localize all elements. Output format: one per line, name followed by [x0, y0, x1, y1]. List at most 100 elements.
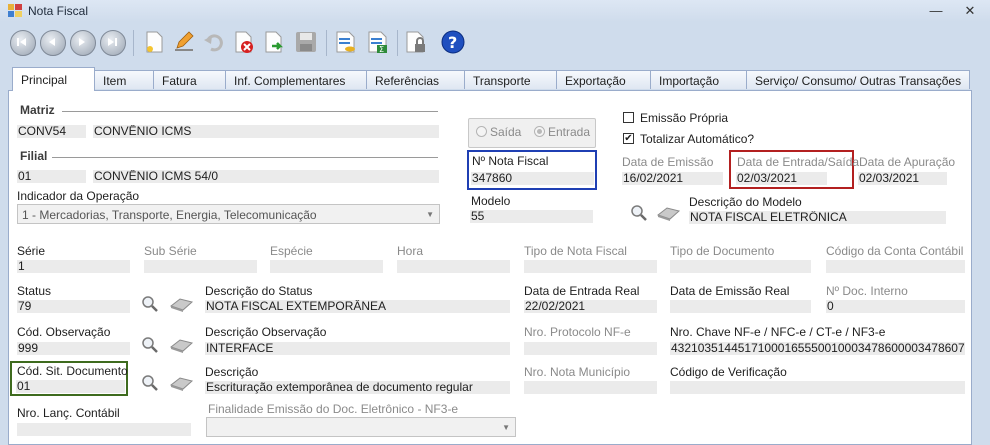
- tab-principal[interactable]: Principal: [12, 67, 95, 91]
- minimize-button[interactable]: —: [924, 2, 948, 20]
- filial-name-field[interactable]: CONVÊNIO ICMS 54/0: [93, 170, 439, 183]
- last-record-icon[interactable]: [100, 30, 126, 56]
- delete-icon[interactable]: [232, 30, 256, 54]
- eraser-icon[interactable]: [168, 375, 194, 393]
- app-window-icon: [8, 4, 22, 17]
- data-apuracao-field[interactable]: 02/03/2021: [858, 172, 947, 185]
- matriz-code-field[interactable]: CONV54: [17, 125, 86, 138]
- nro-lanc-contabil-field[interactable]: [17, 423, 191, 436]
- nro-lanc-contabil-label: Nro. Lanç. Contábil: [17, 406, 120, 420]
- saida-label: Saída: [490, 125, 522, 139]
- tipo-nota-fiscal-field[interactable]: [524, 260, 657, 273]
- matriz-name-field[interactable]: CONVÊNIO ICMS: [93, 125, 439, 138]
- search-icon[interactable]: [141, 336, 159, 354]
- close-button[interactable]: ✕: [958, 2, 982, 20]
- data-entrada-real-label: Data de Entrada Real: [524, 284, 640, 298]
- cod-verificacao-field[interactable]: [670, 381, 965, 394]
- emissao-propria-checkbox[interactable]: [623, 112, 634, 123]
- hora-label: Hora: [397, 244, 424, 258]
- modelo-field[interactable]: 55: [470, 210, 593, 223]
- totalizar-checkbox[interactable]: ✔: [623, 133, 634, 144]
- status-label: Status: [17, 284, 52, 298]
- cod-observacao-label: Cód. Observação: [17, 325, 111, 339]
- hora-field[interactable]: [397, 260, 510, 273]
- sub-serie-field[interactable]: [144, 260, 257, 273]
- entrada-radio[interactable]: [534, 126, 545, 137]
- data-emissao-real-field[interactable]: [670, 300, 811, 313]
- indicador-select[interactable]: 1 - Mercadorias, Transporte, Energia, Te…: [17, 204, 440, 224]
- next-record-icon[interactable]: [70, 30, 96, 56]
- serie-label: Série: [17, 244, 46, 258]
- tipo-nota-fiscal-label: Tipo de Nota Fiscal: [524, 244, 627, 258]
- search-icon[interactable]: [141, 374, 159, 392]
- tab-importacao[interactable]: Importação: [650, 70, 747, 89]
- toolbar-separator: [397, 30, 398, 56]
- protocolo-nfe-field[interactable]: [524, 342, 657, 355]
- modelo-label: Modelo: [471, 194, 511, 208]
- eraser-icon[interactable]: [168, 296, 194, 314]
- search-icon[interactable]: [141, 295, 159, 313]
- indicador-label: Indicador da Operação: [17, 189, 140, 203]
- cod-observacao-field[interactable]: 999: [17, 342, 130, 355]
- matriz-section-title: Matriz: [20, 103, 55, 117]
- data-entrada-field[interactable]: 02/03/2021: [736, 172, 827, 185]
- protocolo-nfe-label: Nro. Protocolo NF-e: [524, 325, 631, 339]
- conta-contabil-field[interactable]: [826, 260, 965, 273]
- desc-status-field[interactable]: NOTA FISCAL EXTEMPORÂNEA: [205, 300, 510, 313]
- matriz-divider: [62, 111, 438, 112]
- desc-modelo-field[interactable]: NOTA FISCAL ELETRÔNICA: [689, 211, 946, 224]
- nro-doc-interno-field[interactable]: 0: [826, 300, 965, 313]
- emissao-propria-label: Emissão Própria: [640, 111, 729, 125]
- data-entrada-label: Data de Entrada/Saída: [737, 155, 860, 169]
- first-record-icon[interactable]: [10, 30, 36, 56]
- finalidade-emissao-select[interactable]: ▼: [206, 417, 516, 437]
- chave-nfe-field[interactable]: 4321035144517100016555001000347860000347…: [670, 342, 965, 355]
- edit-pencil-icon[interactable]: [172, 30, 196, 54]
- new-document-icon[interactable]: [142, 30, 166, 54]
- nro-doc-interno-label: Nº Doc. Interno: [826, 284, 908, 298]
- descricao-field[interactable]: Escrituração extemporânea de documento r…: [205, 381, 510, 394]
- especie-field[interactable]: [270, 260, 383, 273]
- eraser-icon[interactable]: [168, 337, 194, 355]
- eraser-icon[interactable]: [655, 205, 681, 223]
- tab-referencias[interactable]: Referências: [366, 70, 465, 89]
- tipo-documento-field[interactable]: [670, 260, 811, 273]
- nota-fiscal-label: Nº Nota Fiscal: [472, 154, 549, 168]
- toolbar-separator: [133, 30, 134, 56]
- cod-sit-documento-label: Cód. Sit. Documento: [17, 364, 128, 378]
- tab-fatura[interactable]: Fatura: [153, 70, 226, 89]
- desc-status-label: Descrição do Status: [205, 284, 313, 298]
- totalizar-label: Totalizar Automático?: [640, 132, 755, 146]
- nro-nota-municipio-label: Nro. Nota Município: [524, 365, 631, 379]
- desc-observacao-label: Descrição Observação: [205, 325, 327, 339]
- entrada-label: Entrada: [548, 125, 591, 139]
- status-field[interactable]: 79: [17, 300, 130, 313]
- tab-inf-complementares[interactable]: Inf. Complementares: [225, 70, 367, 89]
- confirm-arrow-icon[interactable]: [262, 30, 286, 54]
- filial-code-field[interactable]: 01: [17, 170, 86, 183]
- tab-item[interactable]: Item: [94, 70, 154, 89]
- data-entrada-real-field[interactable]: 22/02/2021: [524, 300, 657, 313]
- data-apuracao-label: Data de Apuração: [859, 155, 956, 169]
- undo-icon[interactable]: [202, 30, 226, 54]
- nota-fiscal-field[interactable]: 347860: [471, 172, 594, 185]
- previous-record-icon[interactable]: [40, 30, 66, 56]
- lock-icon[interactable]: [404, 30, 428, 54]
- tab-servico-consumo[interactable]: Serviço/ Consumo/ Outras Transações: [746, 70, 970, 89]
- report-icon[interactable]: [334, 30, 358, 54]
- save-disk-icon[interactable]: [294, 30, 318, 54]
- data-emissao-field[interactable]: 16/02/2021: [622, 172, 723, 185]
- window-title: Nota Fiscal: [28, 4, 89, 18]
- nro-nota-municipio-field[interactable]: [524, 381, 657, 394]
- tab-exportacao[interactable]: Exportação: [556, 70, 651, 89]
- filial-section-title: Filial: [20, 149, 48, 163]
- serie-field[interactable]: 1: [17, 260, 130, 273]
- saida-radio[interactable]: [476, 126, 487, 137]
- search-icon[interactable]: [630, 204, 648, 222]
- report-totals-icon[interactable]: Σ: [366, 30, 390, 54]
- tab-transporte[interactable]: Transporte: [464, 70, 557, 89]
- toolbar-separator: [326, 30, 327, 56]
- help-icon[interactable]: ?: [441, 30, 465, 54]
- cod-sit-documento-field[interactable]: 01: [16, 380, 125, 393]
- desc-observacao-field[interactable]: INTERFACE: [205, 342, 510, 355]
